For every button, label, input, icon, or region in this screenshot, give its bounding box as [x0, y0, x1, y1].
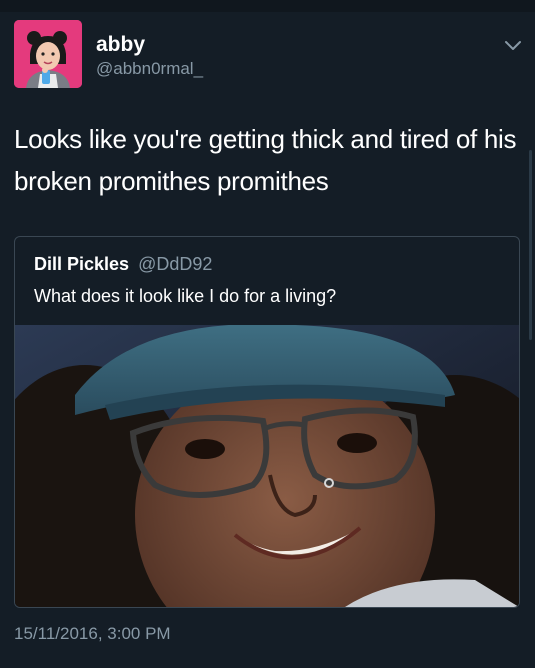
quoted-author: Dill Pickles @DdD92 — [34, 253, 212, 275]
quoted-tweet-card[interactable]: Dill Pickles @DdD92 What does it look li… — [14, 236, 520, 608]
author-name[interactable]: abby — [96, 33, 145, 57]
avatar[interactable] — [14, 20, 82, 88]
quoted-tweet-text: What does it look like I do for a living… — [34, 286, 337, 306]
top-bar — [0, 0, 535, 12]
tweet-timestamp[interactable]: 15/11/2016, 3:00 PM — [14, 624, 171, 644]
scrollbar[interactable] — [529, 150, 532, 340]
tweet-text: Looks like you're getting thick and tire… — [14, 124, 517, 196]
quoted-author-name: Dill Pickles — [34, 254, 130, 274]
quoted-author-handle: @DdD92 — [138, 254, 213, 274]
author-handle[interactable]: @abbn0rmal_ — [96, 59, 203, 79]
avatar-illustration — [14, 20, 82, 88]
chevron-down-icon[interactable] — [498, 30, 528, 60]
tweet-detail-view: abby @abbn0rmal_ Looks like you're getti… — [0, 0, 535, 668]
quoted-tweet-photo[interactable] — [15, 325, 519, 607]
